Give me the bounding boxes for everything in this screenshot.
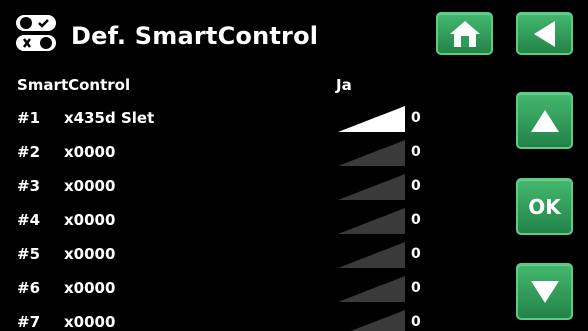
item-number: #5: [17, 245, 41, 263]
list-item[interactable]: #6 x0000 0: [0, 274, 440, 302]
item-number: #1: [17, 109, 41, 127]
list-item[interactable]: #5 x0000 0: [0, 240, 440, 268]
setting-value[interactable]: Ja: [336, 76, 352, 94]
item-number: #7: [17, 313, 41, 331]
signal-strength-indicator: [338, 276, 405, 302]
back-button[interactable]: [516, 12, 573, 55]
item-label: x0000: [64, 313, 116, 331]
signal-strength-indicator: [338, 174, 405, 200]
item-value: 0: [411, 246, 421, 262]
list-item[interactable]: #1 x435d Slet 0: [0, 104, 440, 132]
list-item[interactable]: #7 x0000 0: [0, 308, 440, 331]
item-value: 0: [411, 178, 421, 194]
scroll-down-button[interactable]: [516, 263, 573, 320]
item-label: x0000: [64, 177, 116, 195]
signal-strength-indicator: [338, 208, 405, 234]
arrow-up-icon: [530, 109, 559, 132]
item-value: 0: [411, 314, 421, 330]
item-label: x0000: [64, 245, 116, 263]
item-label: x0000: [64, 279, 116, 297]
ok-label: OK: [528, 194, 561, 219]
page-title: Def. SmartControl: [71, 22, 319, 50]
arrow-down-icon: [530, 280, 559, 303]
ok-button[interactable]: OK: [516, 178, 573, 235]
signal-strength-indicator: [338, 242, 405, 268]
setting-label: SmartControl: [17, 76, 131, 94]
item-value: 0: [411, 144, 421, 160]
item-label: x0000: [64, 143, 116, 161]
home-button[interactable]: [436, 12, 493, 55]
list-item[interactable]: #3 x0000 0: [0, 172, 440, 200]
item-number: #3: [17, 177, 41, 195]
item-number: #4: [17, 211, 41, 229]
scroll-up-button[interactable]: [516, 92, 573, 149]
list-item[interactable]: #2 x0000 0: [0, 138, 440, 166]
item-value: 0: [411, 212, 421, 228]
item-number: #6: [17, 279, 41, 297]
home-icon: [449, 20, 480, 47]
item-number: #2: [17, 143, 41, 161]
signal-strength-indicator: [338, 140, 405, 166]
toggle-switches-icon: [16, 15, 56, 51]
signal-strength-indicator: [350, 310, 405, 331]
item-value: 0: [411, 110, 421, 126]
signal-strength-indicator: [338, 106, 405, 132]
list-item[interactable]: #4 x0000 0: [0, 206, 440, 234]
back-arrow-icon: [533, 20, 555, 47]
item-label: x0000: [64, 211, 116, 229]
item-value: 0: [411, 280, 421, 296]
item-label: x435d Slet: [64, 109, 155, 127]
